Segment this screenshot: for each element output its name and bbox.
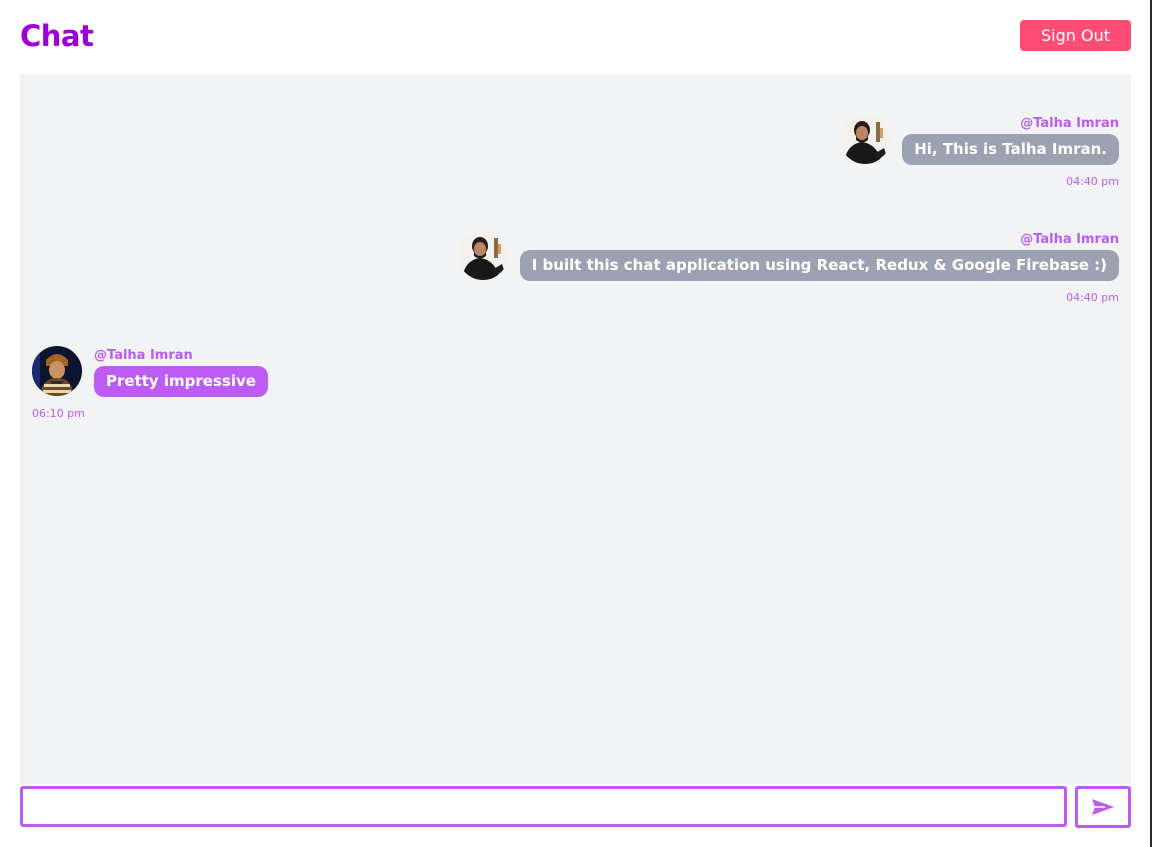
message-username: @Talha Imran: [94, 348, 193, 363]
message-timestamp: 04:40 pm: [1066, 291, 1119, 304]
message-body: @Talha Imran Hi, This is Talha Imran.: [902, 114, 1119, 165]
avatar: [32, 346, 82, 396]
avatar: [840, 114, 891, 164]
message-item: @Talha Imran Pretty impressive: [32, 346, 268, 397]
message-username: @Talha Imran: [1020, 232, 1119, 247]
user-photo-avatar-icon: [457, 230, 508, 280]
message-composer: [20, 786, 1131, 828]
message-body: @Talha Imran Pretty impressive: [94, 346, 268, 397]
user-photo-avatar-icon: [840, 114, 891, 164]
send-icon: [1092, 799, 1114, 815]
message-item: @Talha Imran I built this chat applicati…: [457, 230, 1119, 281]
chat-page: Chat Sign Out @Talha Imran Hi, This is T…: [0, 0, 1152, 847]
message-bubble: Pretty impressive: [94, 366, 268, 397]
header: Chat Sign Out: [20, 0, 1131, 74]
page-title: Chat: [20, 19, 94, 53]
avatar: [457, 230, 508, 280]
sign-out-button[interactable]: Sign Out: [1020, 20, 1131, 51]
user-photo-avatar-icon: [32, 346, 82, 396]
send-button[interactable]: [1075, 786, 1131, 828]
message-item: @Talha Imran Hi, This is Talha Imran.: [840, 114, 1119, 165]
message-bubble: I built this chat application using Reac…: [519, 250, 1119, 281]
message-list[interactable]: @Talha Imran Hi, This is Talha Imran. 04…: [20, 74, 1131, 784]
message-body: @Talha Imran I built this chat applicati…: [519, 230, 1119, 281]
message-timestamp: 04:40 pm: [1066, 175, 1119, 188]
message-username: @Talha Imran: [1020, 116, 1119, 131]
message-input[interactable]: [20, 786, 1067, 827]
message-bubble: Hi, This is Talha Imran.: [902, 134, 1119, 165]
message-timestamp: 06:10 pm: [32, 407, 85, 420]
